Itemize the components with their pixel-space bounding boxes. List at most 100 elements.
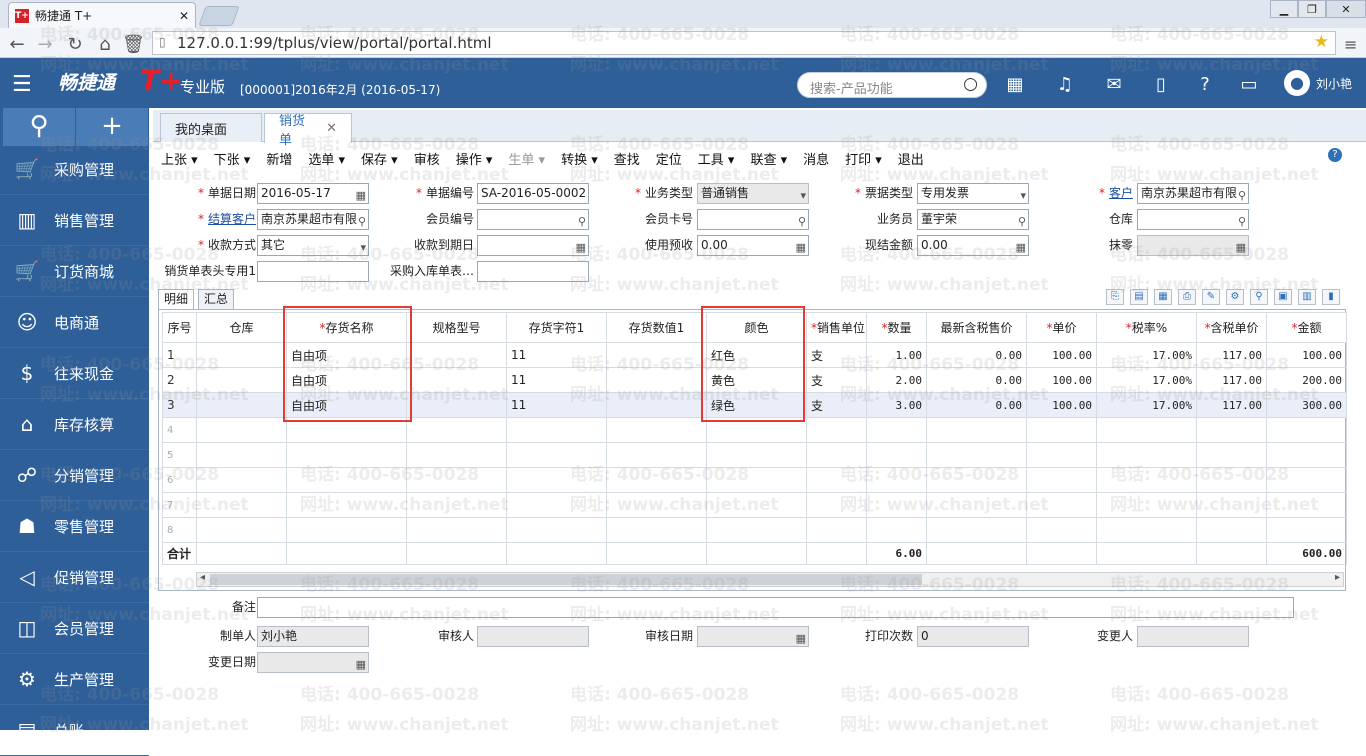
- calendar-icon[interactable]: ▦: [796, 629, 806, 646]
- chart-icon[interactable]: ▥: [1298, 289, 1316, 305]
- help-icon[interactable]: ?: [1328, 148, 1342, 162]
- sidebar-item[interactable]: ⚙ 生产管理: [0, 654, 149, 705]
- grid-cell[interactable]: [606, 467, 707, 493]
- remark-field[interactable]: [257, 597, 1294, 618]
- back-icon[interactable]: ←: [6, 34, 28, 55]
- grid-cell[interactable]: [406, 342, 507, 368]
- address-bar[interactable]: ▯ 127.0.0.1:99/tplus/view/portal/portal.…: [152, 31, 1336, 55]
- grid-cell[interactable]: 100.00: [1026, 342, 1097, 368]
- grid-cell[interactable]: [196, 367, 287, 393]
- grid-cell[interactable]: [196, 492, 287, 518]
- grid-cell[interactable]: [406, 417, 507, 443]
- modifier-field[interactable]: [1137, 626, 1249, 647]
- grid-cell[interactable]: 7: [162, 492, 197, 518]
- help-icon[interactable]: ?: [1192, 74, 1218, 95]
- field-label-text[interactable]: 客户: [1109, 186, 1133, 200]
- grid-cell[interactable]: [1026, 417, 1097, 443]
- calendar-icon[interactable]: ▦: [356, 186, 366, 203]
- grid-cell[interactable]: 支: [806, 367, 867, 393]
- calendar-icon[interactable]: ▦: [576, 238, 586, 255]
- tab-sales-delivery[interactable]: 销货单 ✕: [264, 113, 352, 148]
- grid-cell[interactable]: 支: [806, 342, 867, 368]
- grid-cell[interactable]: 0.00: [926, 392, 1027, 418]
- erase-field[interactable]: ▦: [1137, 235, 1249, 256]
- grid-cell[interactable]: 6: [162, 467, 197, 493]
- grid-cell[interactable]: [806, 517, 867, 543]
- grid-cell[interactable]: [926, 517, 1027, 543]
- scroll-left-icon[interactable]: ◂: [200, 572, 205, 583]
- grid-cell[interactable]: 3: [162, 392, 197, 418]
- biz-type-field[interactable]: 普通销售 ▾: [697, 183, 809, 204]
- reload-icon[interactable]: ↻: [64, 34, 86, 55]
- grid-cell[interactable]: 支: [806, 392, 867, 418]
- grid-cell[interactable]: [1266, 517, 1347, 543]
- grid-cell[interactable]: [1266, 442, 1347, 468]
- column-header[interactable]: 仓库: [196, 312, 287, 343]
- column-header[interactable]: 存货数值1: [606, 312, 707, 343]
- search-input[interactable]: 搜索-产品功能 ○: [797, 72, 987, 98]
- mail-icon[interactable]: ✉: [1101, 74, 1127, 95]
- grid-cell[interactable]: [606, 342, 707, 368]
- search-icon[interactable]: ⚲: [1250, 289, 1268, 305]
- grid-cell[interactable]: 100.00: [1266, 342, 1347, 368]
- purchase-in-field[interactable]: [477, 261, 589, 282]
- toolbar-item[interactable]: 操作 ▾: [448, 149, 501, 168]
- cash-field[interactable]: 0.00 ▦: [917, 235, 1029, 256]
- sidebar-item[interactable]: ◫ 会员管理: [0, 603, 149, 654]
- toolbar-item[interactable]: 查找: [606, 149, 648, 168]
- grid-cell[interactable]: 100.00: [1026, 392, 1097, 418]
- close-tab-icon[interactable]: ✕: [326, 121, 337, 136]
- sidebar-item[interactable]: ▥ 销售管理: [0, 195, 149, 246]
- grid-cell[interactable]: [1026, 442, 1097, 468]
- grid-cell[interactable]: [406, 467, 507, 493]
- grid-cell[interactable]: 117.00: [1196, 367, 1267, 393]
- grid-cell[interactable]: 100.00: [1026, 367, 1097, 393]
- grid-cell[interactable]: 17.00%: [1096, 342, 1197, 368]
- grid-cell[interactable]: [1096, 492, 1197, 518]
- grid-cell[interactable]: [606, 417, 707, 443]
- sidebar-item[interactable]: ☍ 分销管理: [0, 450, 149, 501]
- calendar-icon[interactable]: ▦: [1236, 238, 1246, 255]
- home-icon[interactable]: ⌂: [94, 34, 116, 55]
- grid-cell[interactable]: [1026, 492, 1097, 518]
- header-special-field[interactable]: [257, 261, 369, 282]
- grid-cell[interactable]: [506, 467, 607, 493]
- toolbar-item[interactable]: 生单 ▾: [500, 149, 553, 168]
- audit-date-field[interactable]: ▦: [697, 626, 809, 647]
- pay-method-field[interactable]: 其它 ▾: [257, 235, 369, 256]
- sidebar-item[interactable]: ☺ 电商通: [0, 297, 149, 348]
- hamburger-menu-icon[interactable]: ☰: [12, 72, 32, 97]
- grid-cell[interactable]: [506, 442, 607, 468]
- grid-cell[interactable]: [406, 392, 507, 418]
- toolbar-item[interactable]: 联查 ▾: [742, 149, 795, 168]
- toolbar-item[interactable]: 下张 ▾: [206, 149, 259, 168]
- grid-cell[interactable]: [286, 442, 407, 468]
- toolbar-item[interactable]: 审核: [406, 149, 448, 168]
- grid-cell[interactable]: [606, 517, 707, 543]
- tab-my-desktop[interactable]: 我的桌面: [160, 113, 262, 142]
- grid-cell[interactable]: [926, 467, 1027, 493]
- grid-cell[interactable]: [1096, 417, 1197, 443]
- grid-cell[interactable]: [926, 417, 1027, 443]
- grid-cell[interactable]: [196, 392, 287, 418]
- grid-cell[interactable]: 3.00: [866, 392, 927, 418]
- grid-cell[interactable]: 11: [506, 342, 607, 368]
- columns-icon[interactable]: ▮: [1322, 289, 1340, 305]
- grid-cell[interactable]: [606, 492, 707, 518]
- doc-date-field[interactable]: 2016-05-17 ▦: [257, 183, 369, 204]
- sidebar-item[interactable]: $ 往来现金: [0, 348, 149, 399]
- grid-cell[interactable]: 2: [162, 367, 197, 393]
- grid-cell[interactable]: [706, 492, 807, 518]
- grid-cell[interactable]: 5: [162, 442, 197, 468]
- sidebar-add-button[interactable]: +: [76, 108, 148, 146]
- print-icon[interactable]: ⎙: [1178, 289, 1196, 305]
- key-icon[interactable]: ✎: [1202, 289, 1220, 305]
- dropdown-icon[interactable]: ▾: [1020, 186, 1026, 203]
- grid-cell[interactable]: [196, 342, 287, 368]
- toolbar-item[interactable]: 退出: [890, 149, 932, 168]
- calendar-icon[interactable]: ▦: [1002, 74, 1028, 95]
- invoice-type-field[interactable]: 专用发票 ▾: [917, 183, 1029, 204]
- grid-cell[interactable]: [286, 492, 407, 518]
- grid-cell[interactable]: [706, 467, 807, 493]
- grid-cell[interactable]: 0.00: [926, 342, 1027, 368]
